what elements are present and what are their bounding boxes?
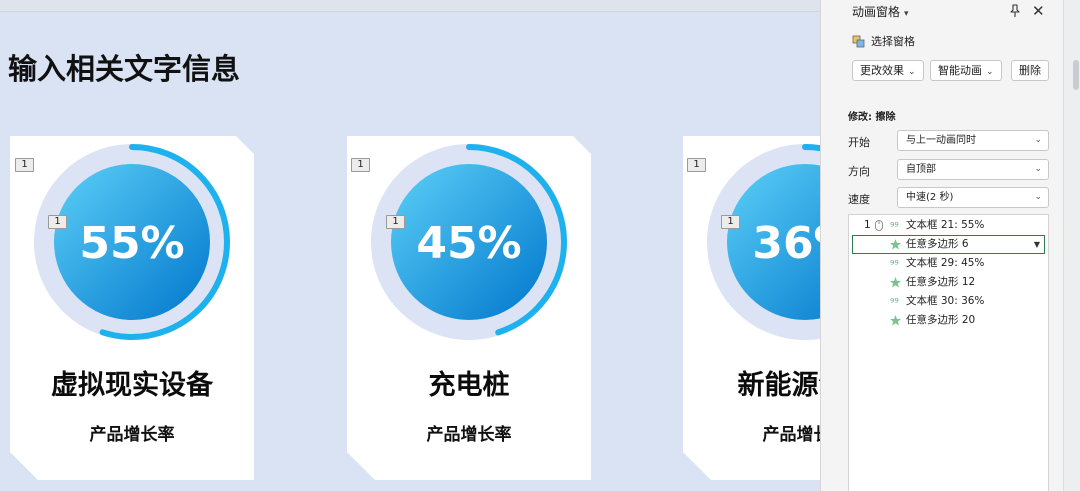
star-effect-icon: [890, 239, 901, 250]
card-1[interactable]: 55% 虚拟现实设备 产品增长率: [10, 136, 254, 480]
animation-tag[interactable]: 1: [15, 158, 34, 172]
speed-value: 中速(2 秒): [906, 192, 954, 203]
card-name[interactable]: 虚拟现实设备: [10, 363, 254, 402]
card-2[interactable]: 45% 充电桩 产品增长率: [347, 136, 591, 480]
svg-text:⁹⁹: ⁹⁹: [890, 258, 899, 270]
animation-tag[interactable]: 1: [351, 158, 370, 172]
dropdown-arrow-icon[interactable]: ▼: [1034, 235, 1040, 254]
start-label: 开始: [848, 136, 870, 149]
modify-label: 修改: 擦除: [848, 112, 896, 123]
direction-value: 自顶部: [906, 164, 936, 175]
animation-tag[interactable]: 1: [687, 158, 706, 172]
star-effect-icon: [890, 277, 901, 288]
chevron-down-icon: ⌄: [1034, 192, 1042, 202]
direction-select[interactable]: 自顶部 ⌄: [897, 159, 1049, 180]
animation-item[interactable]: 1 ⁹⁹ 文本框 21: 55%: [849, 216, 1048, 235]
animation-tag[interactable]: 1: [48, 215, 67, 229]
animation-item[interactable]: 任意多边形 12: [849, 273, 1048, 292]
slide-title[interactable]: 输入相关文字信息: [8, 46, 240, 88]
speed-select[interactable]: 中速(2 秒) ⌄: [897, 187, 1049, 208]
wipe-effect-icon: ⁹⁹: [890, 220, 899, 232]
delete-label: 删除: [1019, 64, 1041, 77]
smart-animation-button[interactable]: 智能动画 ⌄: [930, 60, 1002, 81]
scrollbar-thumb[interactable]: [1073, 60, 1079, 90]
animation-list[interactable]: 1 ⁹⁹ 文本框 21: 55% 任意多边形 6 ▼ ⁹⁹ 文本框 29: 45…: [848, 214, 1049, 491]
change-effect-label: 更改效果: [860, 64, 904, 77]
animation-label: 任意多边形 6: [906, 238, 969, 250]
wipe-effect-icon: ⁹⁹: [890, 296, 899, 308]
animation-item[interactable]: ⁹⁹ 文本框 29: 45%: [849, 254, 1048, 273]
change-effect-button[interactable]: 更改效果 ⌄: [852, 60, 924, 81]
pane-title: 动画窗格: [852, 5, 901, 19]
percent-text: 45%: [416, 218, 521, 269]
svg-text:⁹⁹: ⁹⁹: [890, 296, 899, 308]
selection-pane-icon: [852, 35, 865, 47]
card-3[interactable]: 36% 新能源汽车 产品增长率: [683, 136, 820, 480]
percent-text: 55%: [79, 218, 184, 269]
animation-order: 1: [864, 219, 871, 231]
animation-tag[interactable]: 1: [721, 215, 740, 229]
app-window: 输入相关文字信息 55% 虚拟现实设备 产品增长率 45% 充电桩 产品增长率 …: [0, 0, 1080, 491]
animation-item[interactable]: ⁹⁹ 文本框 30: 36%: [849, 292, 1048, 311]
card-subtitle[interactable]: 产品增长率: [683, 420, 821, 445]
select-pane-label: 选择窗格: [871, 35, 915, 48]
chevron-down-icon: ⌄: [1034, 135, 1042, 145]
delete-button[interactable]: 删除: [1011, 60, 1049, 81]
animation-item-selected[interactable]: 任意多边形 6 ▼: [852, 235, 1045, 254]
card-name[interactable]: 充电桩: [347, 363, 591, 402]
direction-label: 方向: [848, 165, 870, 178]
mouse-icon: [875, 220, 883, 231]
animation-label: 任意多边形 12: [906, 276, 976, 288]
smart-animation-label: 智能动画: [938, 64, 982, 77]
card-subtitle[interactable]: 产品增长率: [347, 420, 591, 445]
animation-label: 文本框 21: 55%: [906, 219, 985, 231]
wipe-effect-icon: ⁹⁹: [890, 258, 899, 270]
speed-label: 速度: [848, 193, 870, 206]
progress-ring: 55%: [34, 144, 230, 340]
ruler-strip: [0, 0, 820, 12]
pin-icon[interactable]: [1007, 3, 1023, 19]
card-name[interactable]: 新能源汽车: [683, 363, 821, 402]
animation-tag[interactable]: 1: [386, 215, 405, 229]
select-pane-button[interactable]: 选择窗格: [852, 33, 915, 49]
progress-ring: 45%: [371, 144, 567, 340]
animation-item[interactable]: 任意多边形 20: [849, 311, 1048, 330]
chevron-down-icon: ⌄: [908, 67, 916, 77]
animation-label: 文本框 29: 45%: [906, 257, 985, 269]
chevron-down-icon: ⌄: [1034, 164, 1042, 174]
star-effect-icon: [890, 315, 901, 326]
chevron-down-icon: ⌄: [986, 67, 994, 77]
animation-label: 任意多边形 20: [906, 314, 976, 326]
pane-scrollbar[interactable]: [1063, 0, 1080, 491]
svg-text:⁹⁹: ⁹⁹: [890, 220, 899, 232]
animation-pane: 动画窗格 ▾ ✕ 选择窗格 更改效果 ⌄ 智能动画 ⌄ 删除 修改: 擦除 开始 与上…: [820, 0, 1063, 491]
close-icon[interactable]: ✕: [1032, 2, 1045, 20]
start-value: 与上一动画同时: [906, 135, 976, 146]
start-select[interactable]: 与上一动画同时 ⌄: [897, 130, 1049, 151]
chevron-down-icon: ▾: [904, 9, 909, 19]
animation-label: 文本框 30: 36%: [906, 295, 985, 307]
card-subtitle[interactable]: 产品增长率: [10, 420, 254, 445]
pane-title-menu[interactable]: 动画窗格 ▾: [852, 3, 909, 20]
percent-text: 36%: [752, 218, 820, 269]
slide-canvas[interactable]: 输入相关文字信息 55% 虚拟现实设备 产品增长率 45% 充电桩 产品增长率 …: [0, 12, 820, 491]
